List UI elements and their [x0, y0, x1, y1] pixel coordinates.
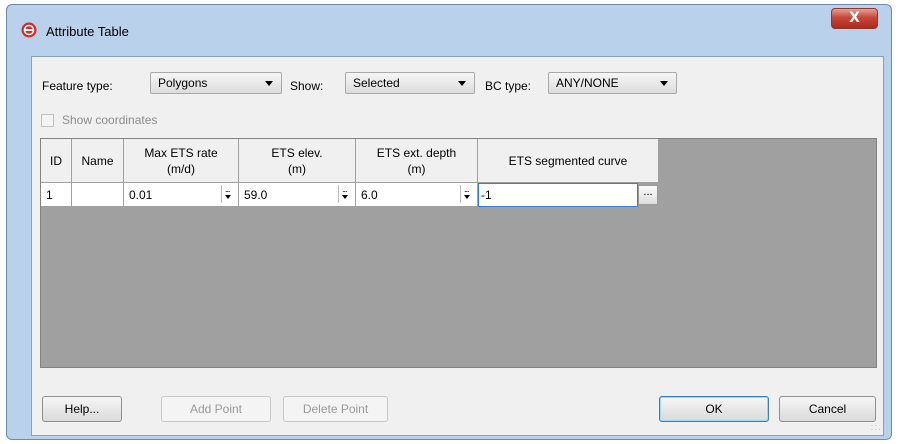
- ellipsis-icon[interactable]: ...: [638, 185, 658, 205]
- cell-value: 6.0: [361, 188, 378, 202]
- bc-type-label: BC type:: [485, 79, 532, 93]
- feature-type-label: Feature type:: [42, 79, 113, 93]
- spinner-icon[interactable]: ...: [460, 185, 475, 203]
- spinner-icon[interactable]: ...: [221, 185, 236, 203]
- spinner-down-arrow: [464, 195, 470, 199]
- close-button[interactable]: X: [831, 8, 878, 29]
- show-coordinates-label: Show coordinates: [62, 113, 158, 127]
- cancel-button[interactable]: Cancel: [779, 396, 876, 422]
- chevron-down-icon: [660, 81, 668, 86]
- column-header-label: ETS ext. depth: [376, 145, 457, 160]
- help-button-label: Help...: [64, 402, 100, 416]
- cell-value: 1: [46, 188, 53, 202]
- spinner-dots: ...: [225, 184, 230, 194]
- column-header-label: ETS segmented curve: [508, 153, 628, 168]
- resize-grip-icon[interactable]: . .. . .: [871, 421, 881, 433]
- bc-type-value: ANY/NONE: [556, 76, 619, 90]
- cell-ets-segmented-curve[interactable]: -1: [478, 183, 638, 207]
- column-header-id[interactable]: ID: [41, 139, 72, 183]
- feature-type-value: Polygons: [158, 76, 208, 90]
- cell-max-ets-rate[interactable]: 0.01 ...: [124, 183, 239, 207]
- column-header-name[interactable]: Name: [72, 139, 124, 183]
- column-header-unit: (m): [407, 161, 426, 176]
- column-header-label: Name: [81, 153, 114, 168]
- cell-value: 0.01: [129, 188, 153, 202]
- spinner-down-arrow: [342, 195, 348, 199]
- column-header-label: ETS elev.: [271, 145, 323, 160]
- help-button[interactable]: Help...: [42, 396, 122, 422]
- delete-point-button-label: Delete Point: [302, 402, 369, 416]
- title-bar[interactable]: Attribute Table X: [7, 5, 891, 45]
- show-label: Show:: [290, 79, 324, 93]
- ellipsis-label: ...: [643, 186, 653, 198]
- cell-ets-ext-depth[interactable]: 6.0 ...: [356, 183, 478, 207]
- attribute-table-window: Attribute Table X Feature type: Polygons…: [6, 4, 892, 440]
- show-coordinates-checkbox[interactable]: [41, 114, 54, 127]
- column-header-label: Max ETS rate: [144, 145, 218, 160]
- column-header-ets-ext-depth[interactable]: ETS ext. depth (m): [356, 139, 478, 183]
- window-title: Attribute Table: [46, 24, 129, 39]
- bc-type-select[interactable]: ANY/NONE: [548, 72, 677, 94]
- column-header-ets-elev[interactable]: ETS elev. (m): [239, 139, 356, 183]
- chevron-down-icon: [458, 81, 466, 86]
- show-select[interactable]: Selected: [345, 72, 475, 94]
- column-header-label: ID: [50, 153, 62, 168]
- ok-button-label: OK: [705, 402, 723, 416]
- cancel-button-label: Cancel: [808, 402, 847, 416]
- close-icon: X: [849, 10, 860, 26]
- cell-value: -1: [481, 188, 492, 202]
- cell-ets-elev[interactable]: 59.0 ...: [239, 183, 356, 207]
- dialog-body: Feature type: Polygons Show: Selected BC…: [31, 56, 884, 436]
- attribute-grid[interactable]: ID Name Max ETS rate (m/d) ETS elev. (m) E…: [40, 138, 877, 368]
- column-header-ets-segmented-curve[interactable]: ETS segmented curve: [478, 139, 659, 183]
- add-point-button-label: Add Point: [189, 402, 243, 416]
- cell-name[interactable]: [72, 183, 124, 207]
- cell-value: 59.0: [244, 188, 268, 202]
- column-header-unit: (m): [287, 161, 306, 176]
- delete-point-button[interactable]: Delete Point: [283, 396, 388, 422]
- ok-button[interactable]: OK: [659, 396, 769, 422]
- column-header-max-ets-rate[interactable]: Max ETS rate (m/d): [124, 139, 239, 183]
- spinner-down-arrow: [225, 195, 231, 199]
- spinner-dots: ...: [342, 184, 347, 194]
- spinner-icon[interactable]: ...: [338, 185, 353, 203]
- spinner-dots: ...: [464, 184, 469, 194]
- feature-type-select[interactable]: Polygons: [150, 72, 282, 94]
- column-header-unit: (m/d): [166, 161, 195, 176]
- show-value: Selected: [353, 76, 400, 90]
- chevron-down-icon: [265, 81, 273, 86]
- add-point-button[interactable]: Add Point: [161, 396, 271, 422]
- cell-id[interactable]: 1: [41, 183, 72, 207]
- stop-sign-icon: [21, 22, 37, 38]
